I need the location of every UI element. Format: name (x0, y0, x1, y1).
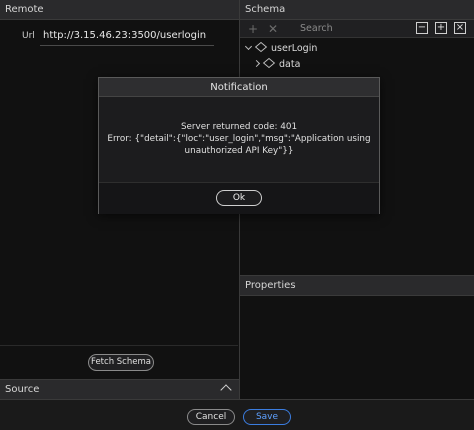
bottom-bar: Cancel Save (0, 399, 474, 430)
tree-item-label: userLogin (271, 43, 318, 54)
remote-footer: Fetch Schema (0, 345, 238, 379)
chevron-down-icon[interactable] (244, 42, 253, 51)
remote-header: Remote (0, 0, 239, 20)
caret-up-icon[interactable] (220, 384, 232, 396)
url-row: Url http://3.15.46.23:3500/userlogin (0, 26, 238, 48)
save-button[interactable]: Save (243, 409, 291, 425)
app-window: Remote Url http://3.15.46.23:3500/userlo… (0, 0, 474, 430)
close-icon[interactable]: × (454, 22, 466, 34)
notification-dialog: Notification Server returned code: 401 E… (98, 77, 380, 214)
properties-header: Properties (240, 276, 474, 296)
schema-toolbar: + ✕ Search − + × (240, 20, 474, 38)
expand-all-icon[interactable]: + (435, 22, 447, 34)
url-input[interactable]: http://3.15.46.23:3500/userlogin (40, 28, 214, 46)
dialog-line-error-cont: unauthorized API Key"}} (184, 146, 294, 156)
properties-panel: Properties (240, 275, 474, 399)
source-label: Source (5, 384, 40, 395)
dialog-title: Notification (99, 78, 379, 97)
dialog-line-status: Server returned code: 401 (180, 122, 298, 132)
fetch-schema-button[interactable]: Fetch Schema (88, 354, 154, 371)
dialog-message: Server returned code: 401 Error: {"detai… (99, 97, 379, 182)
cancel-button[interactable]: Cancel (187, 409, 235, 425)
schema-search-input[interactable]: Search (300, 23, 333, 34)
remove-icon[interactable]: ✕ (268, 23, 278, 35)
tree-item-label: data (279, 59, 301, 70)
cube-icon (254, 41, 268, 53)
dialog-footer: Ok (99, 182, 379, 214)
collapse-all-icon[interactable]: − (416, 22, 428, 34)
source-section-toggle[interactable]: Source (0, 379, 239, 399)
ok-button[interactable]: Ok (216, 190, 262, 206)
tree-item-userlogin[interactable]: userLogin (244, 41, 318, 56)
url-label: Url (22, 31, 35, 41)
chevron-right-icon[interactable] (252, 59, 261, 68)
schema-header: Schema (240, 0, 474, 20)
add-icon[interactable]: + (248, 23, 258, 35)
dialog-line-error: Error: {"detail":{"loc":"user_login","ms… (107, 134, 371, 144)
cube-icon (262, 57, 276, 69)
tree-item-data[interactable]: data (252, 57, 301, 72)
